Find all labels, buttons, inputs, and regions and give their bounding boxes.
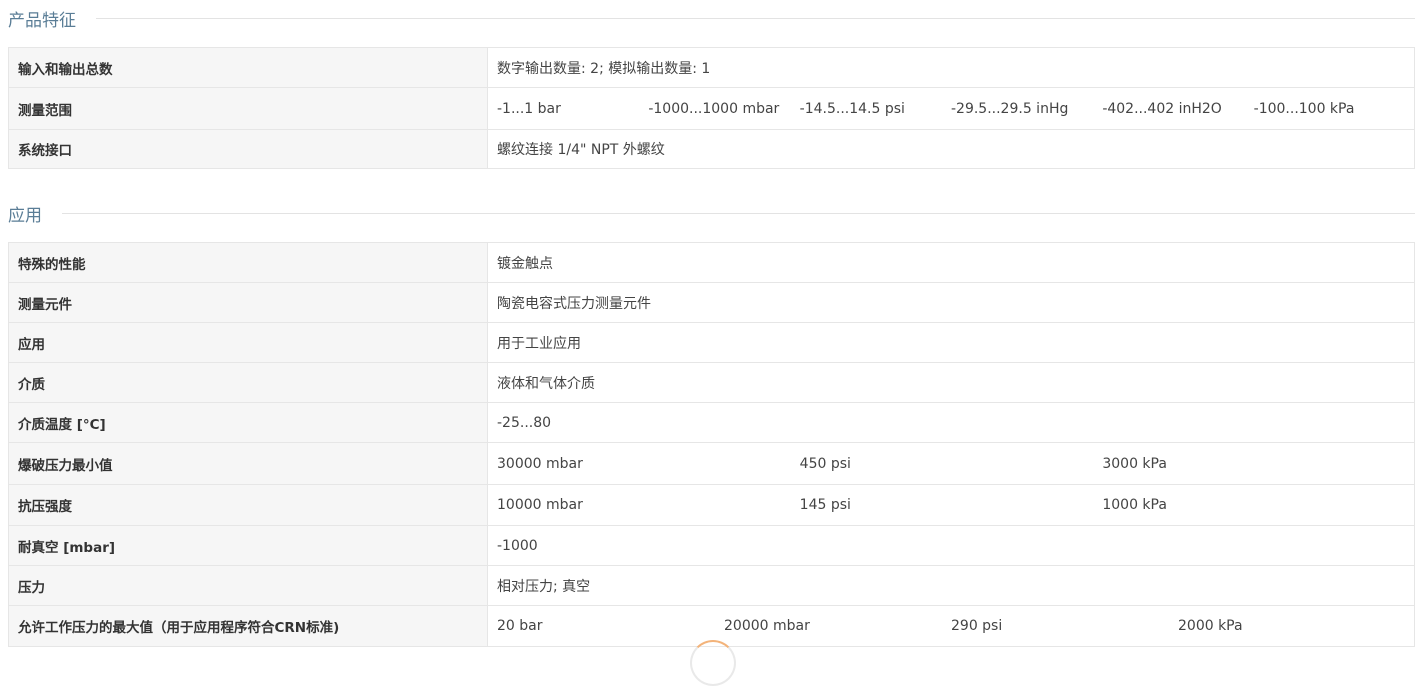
row-label: 应用: [8, 322, 488, 363]
row-value: 螺纹连接 1/4" NPT 外螺纹: [487, 129, 1415, 169]
table-row: 抗压强度 10000 mbar 145 psi 1000 kPa: [8, 484, 1415, 526]
row-label: 测量元件: [8, 282, 488, 323]
table-row: 测量范围 -1...1 bar -1000...1000 mbar -14.5.…: [8, 87, 1415, 130]
row-value: 数字输出数量: 2; 模拟输出数量: 1: [487, 47, 1415, 88]
section-title-application: 应用: [8, 205, 42, 226]
pressure-value: 3000 kPa: [1102, 455, 1167, 472]
row-value: -1000: [487, 525, 1415, 566]
table-row: 介质温度 [°C] -25...80: [8, 402, 1415, 443]
pressure-value: 20000 mbar: [724, 618, 810, 634]
table-row: 应用 用于工业应用: [8, 322, 1415, 363]
table-row: 爆破压力最小值 30000 mbar 450 psi 3000 kPa: [8, 442, 1415, 485]
row-value: 20 bar 20000 mbar 290 psi 2000 kPa: [487, 605, 1415, 647]
range-value: -1...1 bar: [497, 100, 561, 117]
row-value: 陶瓷电容式压力测量元件: [487, 282, 1415, 323]
range-value: -14.5...14.5 psi: [799, 100, 905, 117]
row-label: 介质: [8, 362, 488, 403]
row-label: 输入和输出总数: [8, 47, 488, 88]
pressure-value: 20 bar: [497, 618, 543, 634]
range-value: -100...100 kPa: [1253, 100, 1355, 117]
loading-spinner-icon: [690, 640, 736, 686]
table-row: 系统接口 螺纹连接 1/4" NPT 外螺纹: [8, 129, 1415, 169]
row-value: 10000 mbar 145 psi 1000 kPa: [487, 484, 1415, 526]
section-title-features: 产品特征: [8, 10, 76, 31]
pressure-value: 1000 kPa: [1102, 497, 1167, 513]
row-label: 爆破压力最小值: [8, 442, 488, 485]
pressure-value: 450 psi: [799, 455, 851, 472]
pressure-value: 145 psi: [799, 497, 851, 513]
row-value: 30000 mbar 450 psi 3000 kPa: [487, 442, 1415, 485]
pressure-value: 10000 mbar: [497, 497, 583, 513]
pressure-value: 2000 kPa: [1178, 618, 1243, 634]
table-row: 介质 液体和气体介质: [8, 362, 1415, 403]
section-divider: [96, 17, 1415, 19]
row-value: -25...80: [487, 402, 1415, 443]
row-value: 用于工业应用: [487, 322, 1415, 363]
range-value: -1000...1000 mbar: [648, 100, 780, 117]
row-label: 抗压强度: [8, 484, 488, 526]
row-value: 液体和气体介质: [487, 362, 1415, 403]
pressure-value: 30000 mbar: [497, 455, 583, 472]
section-divider: [62, 212, 1415, 214]
table-row: 压力 相对压力; 真空: [8, 565, 1415, 606]
table-row: 输入和输出总数 数字输出数量: 2; 模拟输出数量: 1: [8, 47, 1415, 88]
range-value: -402...402 inH2O: [1102, 100, 1222, 117]
row-label: 压力: [8, 565, 488, 606]
table-row: 耐真空 [mbar] -1000: [8, 525, 1415, 566]
section-heading-features: 产品特征: [8, 6, 1415, 31]
row-label: 允许工作压力的最大值（用于应用程序符合CRN标准): [8, 605, 488, 647]
row-label: 测量范围: [8, 87, 488, 130]
row-value: 镀金触点: [487, 242, 1415, 283]
features-table: 输入和输出总数 数字输出数量: 2; 模拟输出数量: 1 测量范围 -1...1…: [8, 47, 1415, 169]
section-heading-application: 应用: [8, 201, 1415, 226]
table-row: 特殊的性能 镀金触点: [8, 242, 1415, 283]
table-row: 测量元件 陶瓷电容式压力测量元件: [8, 282, 1415, 323]
row-value: -1...1 bar -1000...1000 mbar -14.5...14.…: [487, 87, 1415, 130]
row-label: 耐真空 [mbar]: [8, 525, 488, 566]
application-table: 特殊的性能 镀金触点 测量元件 陶瓷电容式压力测量元件 应用 用于工业应用 介质…: [8, 242, 1415, 647]
row-label: 特殊的性能: [8, 242, 488, 283]
pressure-value: 290 psi: [951, 618, 1003, 634]
range-value: -29.5...29.5 inHg: [950, 100, 1069, 117]
row-label: 介质温度 [°C]: [8, 402, 488, 443]
row-value: 相对压力; 真空: [487, 565, 1415, 606]
row-label: 系统接口: [8, 129, 488, 169]
